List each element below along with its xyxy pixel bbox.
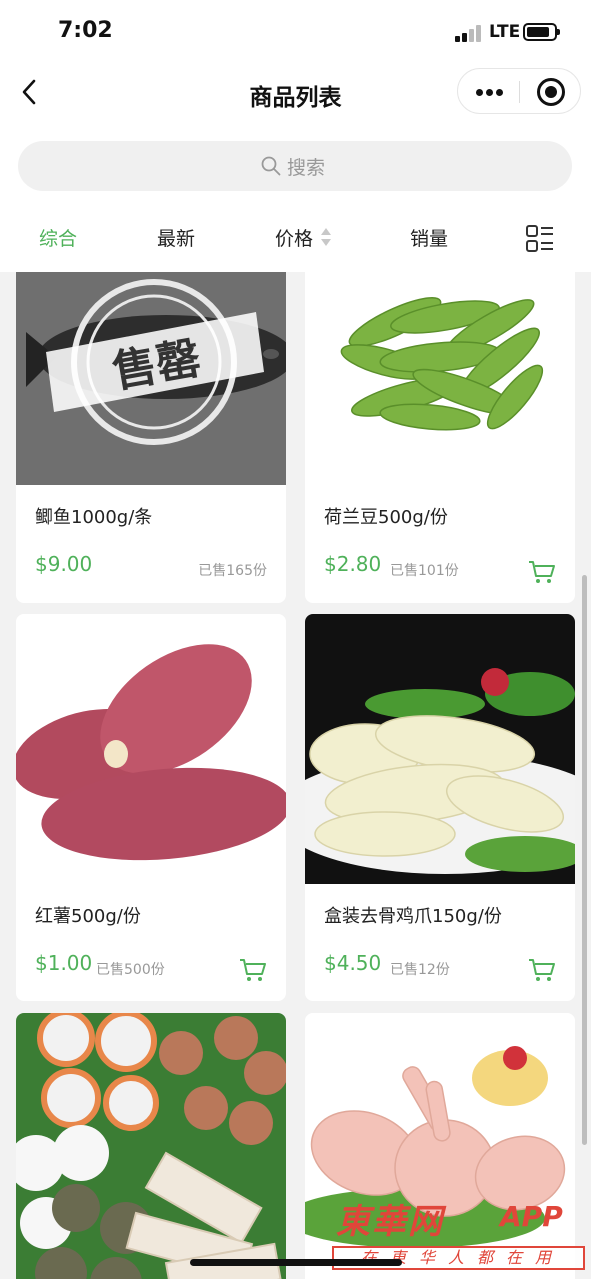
product-image-snow-peas [305, 272, 575, 485]
network-label: LTE [489, 22, 521, 42]
product-grid: 售罄 鲫鱼1000g/条 $9.00 已售165份 荷兰豆500g/份 $2.8… [0, 272, 591, 1279]
filter-tabs: 综合 最新 价格 销量 [0, 204, 591, 272]
add-to-cart-icon[interactable] [239, 957, 267, 983]
signal-icon [455, 24, 483, 42]
search-section: 搜索 [0, 124, 591, 204]
status-time: 7:02 [58, 18, 113, 43]
tab-price[interactable]: 价格 [275, 224, 313, 251]
product-sold-count: 已售101份 [390, 563, 459, 579]
product-card[interactable]: 售罄 鲫鱼1000g/条 $9.00 已售165份 [16, 272, 286, 603]
add-to-cart-icon[interactable] [528, 559, 556, 585]
list-layout-icon[interactable] [526, 225, 554, 253]
product-price: $1.00 [35, 951, 93, 975]
tab-comprehensive[interactable]: 综合 [39, 224, 77, 251]
product-sold-count: 已售12份 [390, 962, 450, 978]
tab-sales[interactable]: 销量 [410, 224, 448, 251]
sort-arrows-icon [321, 228, 331, 246]
watermark-tagline: 在東华人都在用 [332, 1246, 585, 1270]
home-indicator [190, 1259, 402, 1266]
scrollbar[interactable] [582, 575, 587, 1145]
product-image-chicken-feet [305, 614, 575, 884]
battery-icon [523, 23, 560, 41]
product-card[interactable]: 盒装去骨鸡爪150g/份 $4.50 已售12份 [305, 614, 575, 1001]
status-bar: 7:02 LTE [0, 0, 591, 60]
product-price: $2.80 [324, 552, 382, 576]
tab-newest[interactable]: 最新 [157, 224, 195, 251]
close-program-icon[interactable] [537, 78, 565, 106]
product-image-fish: 售罄 [16, 272, 286, 485]
product-price: $4.50 [324, 951, 382, 975]
product-image-sweet-potato [16, 614, 286, 884]
product-name: 红薯500g/份 [35, 906, 141, 927]
product-name: 荷兰豆500g/份 [324, 507, 448, 528]
product-card[interactable]: 荷兰豆500g/份 $2.80 已售101份 [305, 272, 575, 603]
watermark-app: APP [500, 1200, 563, 1233]
product-card[interactable] [16, 1013, 286, 1279]
mini-program-capsule [457, 68, 581, 114]
product-name: 鲫鱼1000g/条 [35, 507, 153, 528]
product-name: 盒装去骨鸡爪150g/份 [324, 906, 502, 927]
product-price: $9.00 [35, 552, 93, 576]
search-placeholder: 搜索 [287, 157, 326, 179]
more-menu-icon[interactable] [476, 83, 504, 101]
search-input[interactable]: 搜索 [18, 141, 572, 191]
nav-bar: 商品列表 [0, 60, 591, 124]
product-card[interactable]: 红薯500g/份 $1.00 已售500份 [16, 614, 286, 1001]
add-to-cart-icon[interactable] [528, 957, 556, 983]
capsule-divider [519, 81, 520, 103]
product-sold-count: 已售165份 [198, 563, 267, 579]
product-sold-count: 已售500份 [96, 962, 165, 978]
product-image-hotpot-balls [16, 1013, 286, 1279]
search-icon [261, 156, 281, 176]
watermark-logo: 東華网 [336, 1202, 444, 1242]
